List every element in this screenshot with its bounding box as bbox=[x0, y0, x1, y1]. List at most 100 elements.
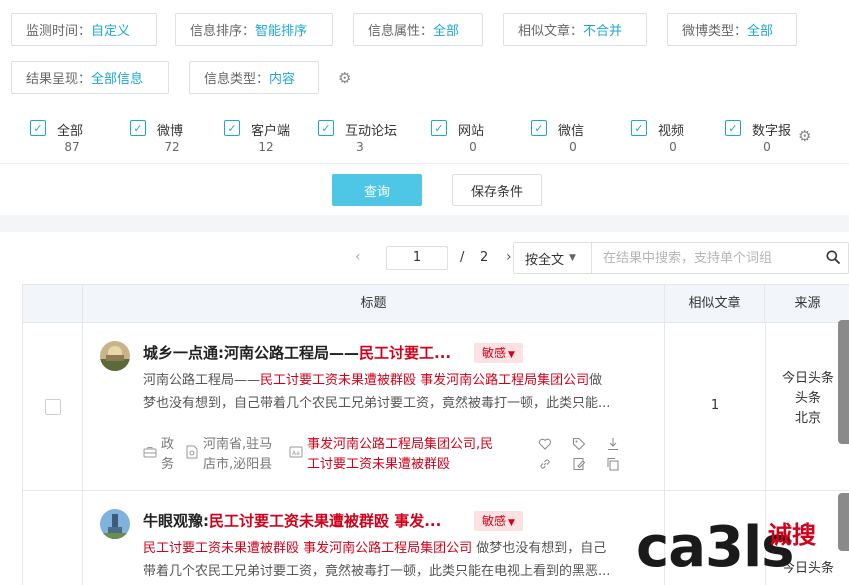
filter-value: 不合并 bbox=[583, 24, 623, 39]
sensitive-badge[interactable]: 敏感 ▼ bbox=[474, 343, 523, 363]
filter-monitor-time[interactable]: 监测时间： 自定义 bbox=[11, 13, 157, 46]
filter-similar[interactable]: 相似文章： 不合并 bbox=[503, 13, 647, 46]
favorite-heart-icon[interactable] bbox=[538, 437, 552, 451]
category-meta: 政 务 bbox=[161, 435, 174, 475]
summary-line: 带着几个农民工兄弟讨要工资，竟然被毒打一顿，此类只能在电视上看到的黑恶... bbox=[143, 564, 611, 579]
result-search-box: 按全文 ▼ bbox=[513, 242, 849, 274]
briefcase-icon bbox=[143, 447, 157, 458]
keyword-line: 工讨要工资未果遭被群殴 bbox=[307, 457, 451, 472]
title-text: 城乡一点通:河南公路工程局—— bbox=[143, 344, 359, 362]
tag-icon[interactable] bbox=[572, 437, 586, 451]
filter-label: 微博类型： bbox=[682, 24, 748, 39]
column-divider bbox=[82, 323, 83, 490]
summary-text: 做梦也没有想到，自己 bbox=[472, 541, 607, 556]
source-line: 北京 bbox=[794, 411, 821, 426]
summary-highlight: 民工讨要工资未果遭被群殴 事发河南公路工程局集团公司 bbox=[143, 541, 473, 556]
keyword-tag-icon: Aa bbox=[289, 446, 303, 458]
type-settings-gear-icon[interactable]: ⚙ bbox=[798, 129, 811, 144]
query-button[interactable]: 查询 bbox=[332, 174, 422, 206]
header-select-col bbox=[23, 285, 83, 322]
search-scope-label: 按全文 bbox=[525, 252, 565, 268]
row-title[interactable]: 城乡一点通:河南公路工程局——民工讨要工... bbox=[143, 342, 483, 364]
checkbox-checked-icon[interactable]: ✓ bbox=[130, 120, 146, 136]
row-summary: 民工讨要工资未果遭被群殴 事发河南公路工程局集团公司 做梦也没有想到，自己 带着… bbox=[143, 537, 648, 583]
filter-info-type[interactable]: 信息类型： 内容 bbox=[189, 61, 319, 94]
summary-text: 做 bbox=[589, 373, 603, 388]
checkbox-checked-icon[interactable]: ✓ bbox=[631, 120, 647, 136]
filter-value: 智能排序 bbox=[255, 24, 308, 39]
checkbox-checked-icon[interactable]: ✓ bbox=[318, 120, 334, 136]
filter-settings-gear-icon[interactable]: ⚙ bbox=[338, 71, 351, 86]
summary-line: 河南公路工程局——民工讨要工资未果遭被群殴 事发河南公路工程局集团公司做 bbox=[143, 369, 648, 392]
filter-value: 内容 bbox=[269, 72, 296, 87]
copy-icon[interactable] bbox=[606, 457, 620, 471]
filter-value: 全部 bbox=[433, 24, 460, 39]
badge-label: 敏感 bbox=[482, 346, 507, 360]
meta-line: 政 bbox=[161, 437, 175, 452]
filter-label: 信息类型： bbox=[204, 72, 270, 87]
page-separator: / bbox=[460, 250, 465, 265]
type-name: 微信 bbox=[558, 124, 585, 139]
type-name: 全部 bbox=[57, 124, 84, 139]
page-total: 2 bbox=[480, 250, 489, 265]
meta-line: 务 bbox=[161, 457, 175, 472]
filter-label: 结果呈现： bbox=[26, 72, 92, 87]
checkbox-checked-icon[interactable]: ✓ bbox=[431, 120, 447, 136]
title-text: 牛眼观豫: bbox=[143, 512, 209, 530]
summary-text: 河南公路工程局—— bbox=[143, 373, 261, 388]
filter-sort[interactable]: 信息排序： 智能排序 bbox=[175, 13, 333, 46]
row-title[interactable]: 牛眼观豫:民工讨要工资未果遭被群殴 事发... bbox=[143, 510, 483, 532]
type-count: 72 bbox=[164, 140, 180, 154]
download-icon[interactable] bbox=[606, 437, 620, 451]
checkbox-checked-icon[interactable]: ✓ bbox=[30, 120, 46, 136]
caret-down-icon: ▼ bbox=[508, 350, 515, 360]
checkbox-checked-icon[interactable]: ✓ bbox=[725, 120, 741, 136]
row-summary: 河南公路工程局——民工讨要工资未果遭被群殴 事发河南公路工程局集团公司做 梦也没… bbox=[143, 369, 648, 415]
header-source: 来源 bbox=[794, 296, 821, 311]
type-name: 客户端 bbox=[251, 124, 291, 139]
type-count: 0 bbox=[763, 140, 771, 154]
page-number-input[interactable]: 1 bbox=[386, 246, 448, 270]
source-type-row: ✓ 全部 87 ✓ 微博 72 ✓ 客户端 12 ✓ 互动论坛 3 ✓ 网站 0… bbox=[0, 112, 849, 164]
type-count: 12 bbox=[258, 140, 274, 154]
edit-doc-icon[interactable] bbox=[572, 457, 586, 471]
header-similar: 相似文章 bbox=[665, 285, 765, 322]
sensitive-badge[interactable]: 敏感 ▼ bbox=[474, 511, 523, 531]
caret-down-icon: ▼ bbox=[569, 253, 576, 263]
filter-label: 信息属性： bbox=[368, 24, 434, 39]
avatar bbox=[100, 341, 130, 371]
filter-label: 监测时间： bbox=[26, 24, 92, 39]
filter-label: 信息排序： bbox=[190, 24, 256, 39]
filter-value: 自定义 bbox=[91, 24, 131, 39]
prev-page-icon[interactable]: ‹ bbox=[355, 249, 361, 265]
type-count: 87 bbox=[64, 140, 80, 154]
summary-line: 梦也没有想到，自己带着几个农民工兄弟讨要工资，竟然被毒打一顿，此类只能... bbox=[143, 396, 611, 411]
search-scope-select[interactable]: 按全文 ▼ bbox=[514, 243, 592, 273]
summary-line: 民工讨要工资未果遭被群殴 事发河南公路工程局集团公司 做梦也没有想到，自己 bbox=[143, 537, 648, 560]
filter-weibo-type[interactable]: 微博类型： 全部 bbox=[667, 13, 797, 46]
title-highlight: 民工讨要工... bbox=[359, 344, 452, 362]
filter-attribute[interactable]: 信息属性： 全部 bbox=[353, 13, 483, 46]
header-title: 标题 bbox=[83, 285, 665, 322]
checkbox-checked-icon[interactable]: ✓ bbox=[224, 120, 240, 136]
next-page-icon[interactable]: › bbox=[506, 249, 512, 265]
save-conditions-button[interactable]: 保存条件 bbox=[452, 174, 542, 206]
search-input[interactable] bbox=[603, 249, 813, 267]
filter-value: 全部信息 bbox=[91, 72, 144, 87]
location-meta: 河南省,驻马 店市,泌阳县 bbox=[203, 435, 272, 475]
caret-down-icon: ▼ bbox=[508, 518, 515, 528]
type-name: 网站 bbox=[458, 124, 485, 139]
svg-text:Aa: Aa bbox=[292, 450, 300, 457]
checkbox-checked-icon[interactable]: ✓ bbox=[531, 120, 547, 136]
filter-label: 相似文章： bbox=[518, 24, 584, 39]
link-icon[interactable] bbox=[538, 457, 552, 471]
avatar bbox=[100, 509, 130, 539]
table-row[interactable]: 城乡一点通:河南公路工程局——民工讨要工... 敏感 ▼ 河南公路工程局——民工讨… bbox=[23, 323, 849, 491]
badge-label: 敏感 bbox=[482, 514, 507, 528]
filter-result-display[interactable]: 结果呈现： 全部信息 bbox=[11, 61, 169, 94]
watermark-cn: 诚搜 bbox=[768, 521, 816, 549]
side-drawer-tab[interactable] bbox=[838, 320, 849, 444]
row-checkbox[interactable] bbox=[45, 399, 61, 415]
similar-count[interactable]: 1 bbox=[665, 398, 765, 413]
search-icon[interactable] bbox=[826, 250, 840, 264]
